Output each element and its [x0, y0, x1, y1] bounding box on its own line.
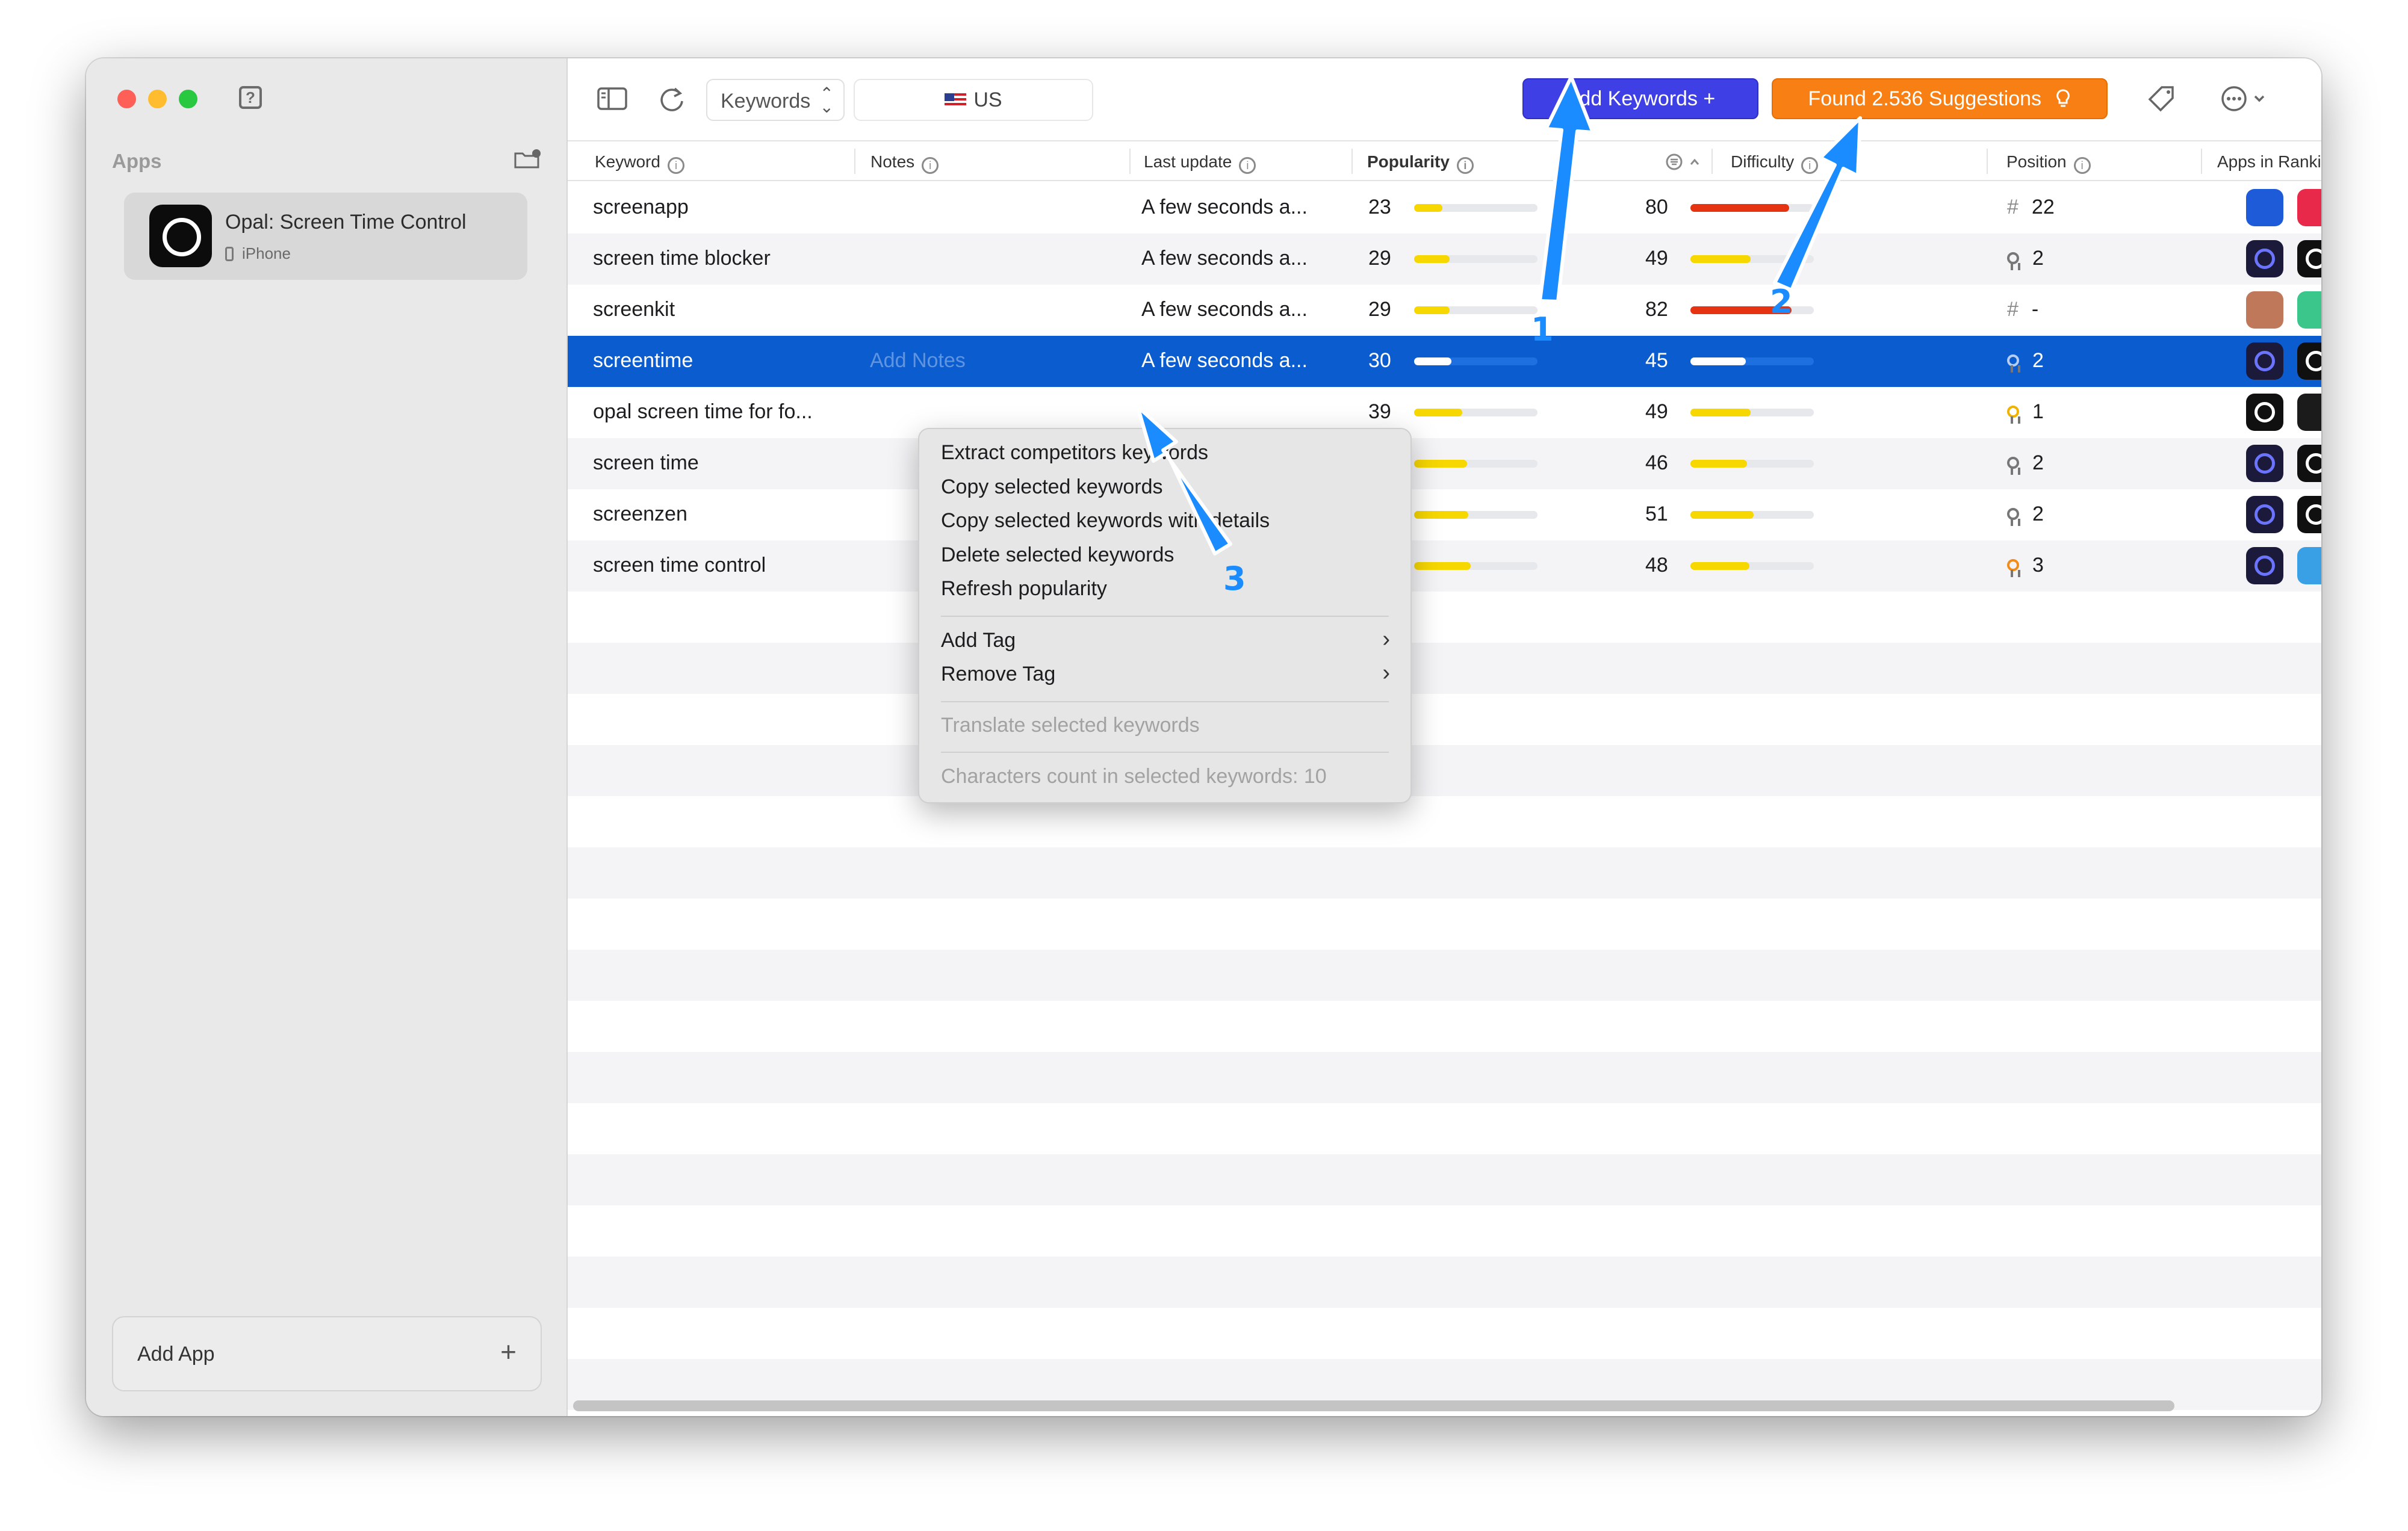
annotation-arrow-1 [1538, 75, 1595, 303]
annotation-layer [1136, 75, 1862, 555]
annotation-label-1: 1 [1531, 311, 1554, 348]
annotation-label-3: 3 [1223, 560, 1246, 598]
annotation-label-2: 2 [1770, 283, 1793, 321]
annotation-arrow-2 [1773, 116, 1862, 292]
annotation-arrow-3 [1136, 405, 1232, 555]
